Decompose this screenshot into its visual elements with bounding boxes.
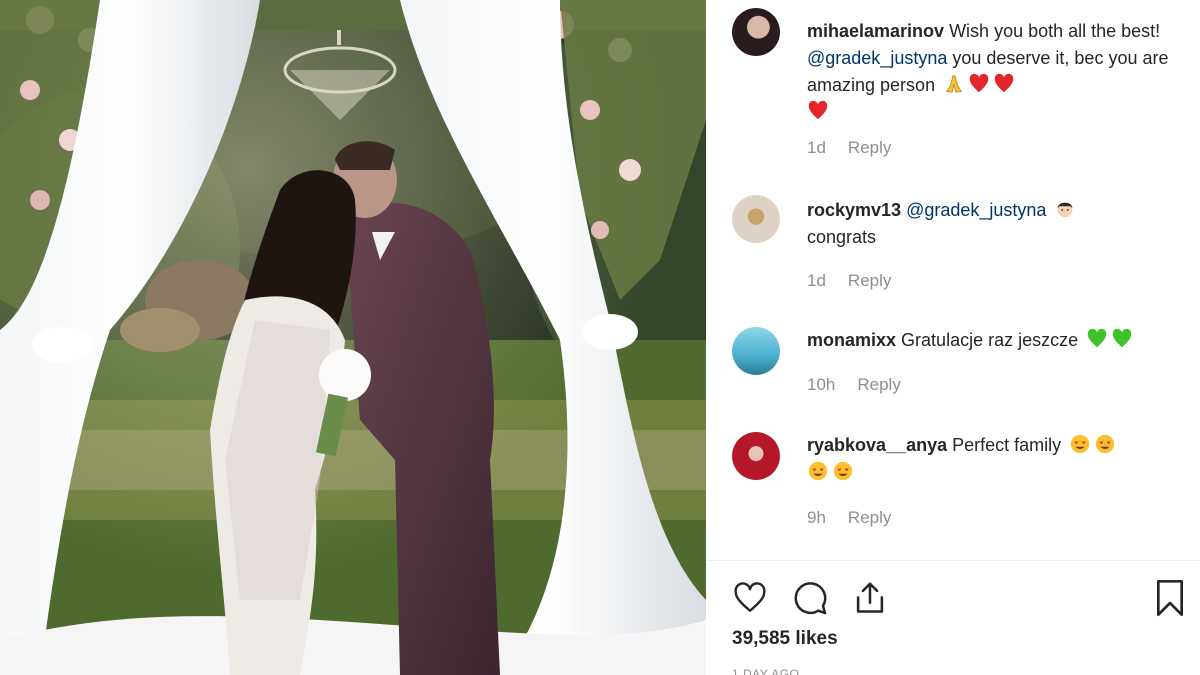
bookmark-icon[interactable] <box>1153 578 1187 618</box>
post-photo[interactable] <box>0 0 706 675</box>
actions-divider <box>706 560 1200 561</box>
comment-username[interactable]: rockymv13 <box>807 200 901 220</box>
reply-button[interactable]: Reply <box>848 271 891 290</box>
heart-eyes-emoji-icon <box>808 461 828 481</box>
heart-emoji-icon <box>808 100 828 120</box>
reply-button[interactable]: Reply <box>848 138 891 157</box>
heart-emoji-icon <box>994 73 1014 93</box>
comment-text: ryabkova__anya Perfect family <box>807 432 1177 486</box>
avatar[interactable] <box>732 327 780 375</box>
comment-meta: 1d Reply <box>807 271 891 291</box>
reply-button[interactable]: Reply <box>848 508 891 527</box>
mention-link[interactable]: @gradek_justyna <box>807 48 947 68</box>
green-heart-emoji-icon <box>1112 328 1132 348</box>
comment-meta: 9h Reply <box>807 508 891 528</box>
heart-eyes-emoji-icon <box>833 461 853 481</box>
avatar[interactable] <box>732 432 780 480</box>
comment-meta: 1d Reply <box>807 138 891 158</box>
comment-bubble-icon[interactable] <box>791 579 829 617</box>
instagram-post-view: mihaelamarinov Wish you both all the bes… <box>0 0 1200 675</box>
face-emoji-icon <box>1058 202 1073 218</box>
comment-age: 10h <box>807 375 836 394</box>
comment-text: monamixx Gratulacje raz jeszcze <box>807 327 1177 354</box>
comment-text: mihaelamarinov Wish you both all the bes… <box>807 18 1177 126</box>
green-heart-emoji-icon <box>1087 328 1107 348</box>
heart-emoji-icon <box>969 73 989 93</box>
mention-link[interactable]: @gradek_justyna <box>906 200 1046 220</box>
comment-username[interactable]: mihaelamarinov <box>807 21 944 41</box>
heart-eyes-emoji-icon <box>1070 434 1090 454</box>
heart-eyes-emoji-icon <box>1095 434 1115 454</box>
reply-button[interactable]: Reply <box>857 375 900 394</box>
likes-count[interactable]: 39,585 likes <box>732 628 838 650</box>
avatar[interactable] <box>732 8 780 56</box>
share-icon[interactable] <box>851 579 889 617</box>
comment-age: 1d <box>807 271 826 290</box>
wedding-photo <box>0 0 706 675</box>
comment-age: 1d <box>807 138 826 157</box>
comment-text: rockymv13 @gradek_justyna congrats <box>807 197 1177 251</box>
comment-meta: 10h Reply <box>807 375 901 395</box>
comment-age: 9h <box>807 508 826 527</box>
comment-username[interactable]: ryabkova__anya <box>807 435 947 455</box>
pray-emoji-icon <box>945 75 963 93</box>
avatar[interactable] <box>732 195 780 243</box>
comment-username[interactable]: monamixx <box>807 330 896 350</box>
heart-outline-icon[interactable] <box>731 580 769 616</box>
post-time-ago: 1 DAY AGO <box>732 667 800 675</box>
comments-panel: mihaelamarinov Wish you both all the bes… <box>706 0 1200 675</box>
